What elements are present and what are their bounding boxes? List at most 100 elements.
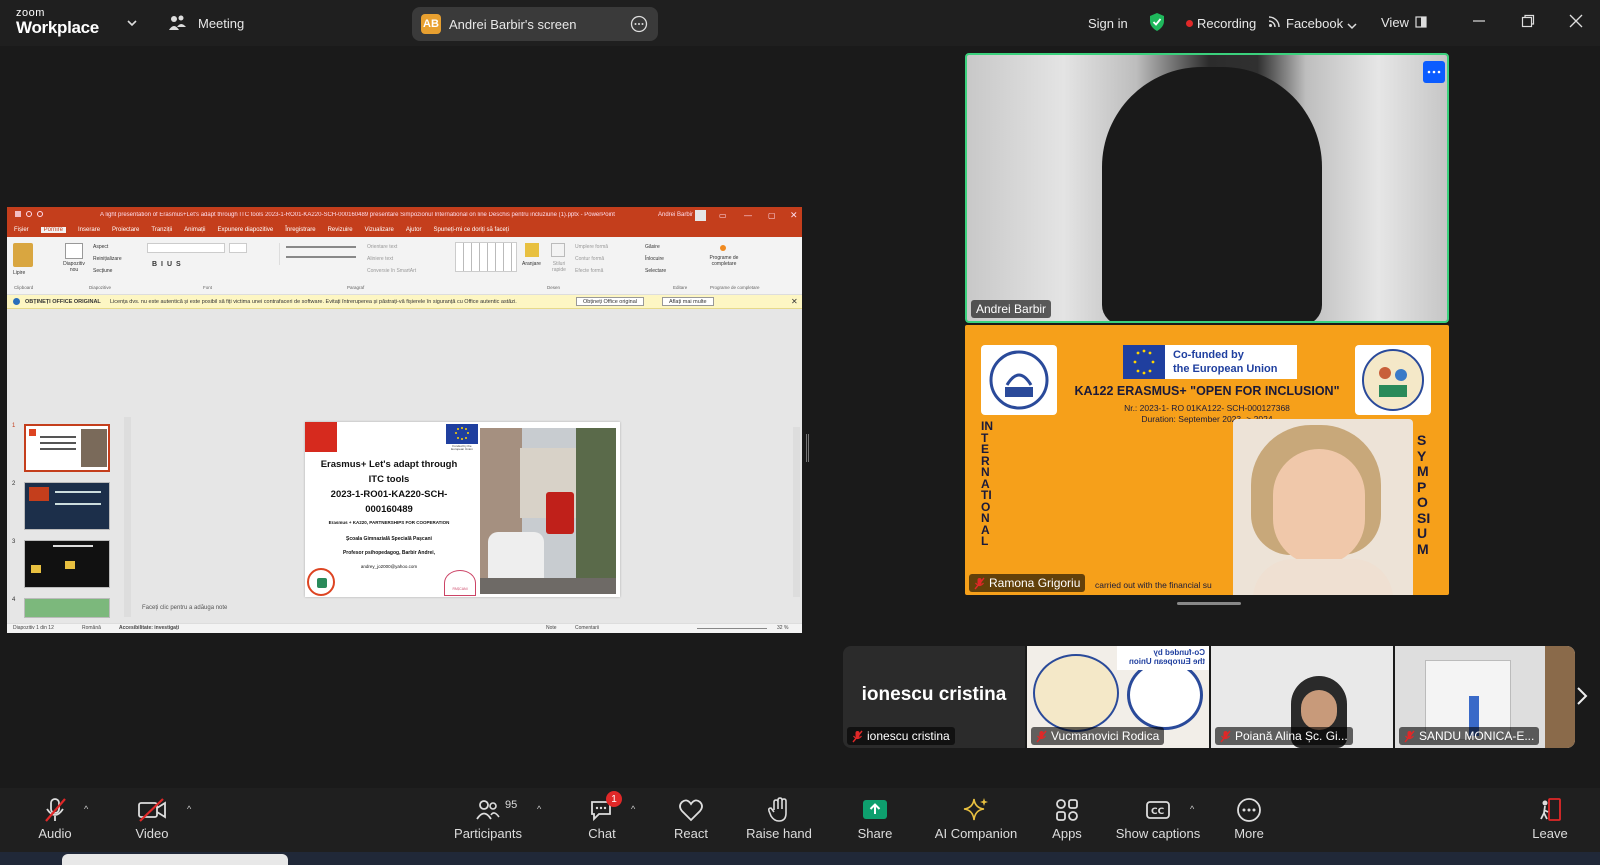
logo-chevron-down-icon[interactable] (126, 15, 138, 33)
tile-more-icon[interactable] (1423, 61, 1445, 83)
taskbar-search-box[interactable] (62, 854, 288, 865)
video-tile-andrei-barbir[interactable]: Andrei Barbir (965, 53, 1449, 323)
grid-view-icon[interactable] (1415, 15, 1427, 33)
audio-button[interactable]: Audio (28, 788, 82, 852)
audio-options-caret-icon[interactable]: ^ (84, 804, 88, 814)
ppt-tab-record[interactable]: Înregistrare (285, 227, 315, 233)
video-options-caret-icon[interactable]: ^ (187, 804, 191, 814)
status-language[interactable]: Română (82, 625, 101, 631)
ppt-restore-icon[interactable]: ▢ (768, 211, 776, 220)
font-format-buttons[interactable]: BIUS (152, 261, 185, 268)
video-tile-ramona-grigoriu[interactable]: Co-funded by the European Union KA122 ER… (965, 325, 1449, 595)
thumbnail-scrollbar[interactable] (124, 417, 131, 617)
chat-options-caret-icon[interactable]: ^ (631, 804, 635, 814)
screen-more-icon[interactable] (630, 15, 648, 38)
redo-icon[interactable] (37, 211, 43, 217)
ppt-tab-slideshow[interactable]: Expunere diapozitive (218, 227, 274, 233)
facebook-chevron-down-icon[interactable] (1347, 17, 1357, 35)
shape-outline-button[interactable]: Contur formă (575, 253, 608, 265)
ppt-tell-me[interactable]: Spuneți-mi ce doriți să faceți (434, 227, 509, 233)
slide-scrollbar[interactable] (793, 427, 800, 597)
strip-next-chevron-icon[interactable] (1576, 686, 1588, 711)
status-notes-button[interactable]: Note (546, 625, 557, 631)
shapes-gallery[interactable] (455, 242, 517, 272)
reset-button[interactable]: Reinițializare (93, 253, 122, 265)
new-slide-icon[interactable] (65, 243, 83, 259)
slide-thumbnail-2[interactable] (24, 482, 110, 530)
font-name-input[interactable] (147, 243, 225, 253)
apps-button[interactable]: Apps (1045, 788, 1089, 852)
react-button[interactable]: React (668, 788, 714, 852)
notes-placeholder[interactable]: Faceți clic pentru a adăuga note (142, 605, 227, 611)
status-zoom[interactable]: 32 % (777, 625, 788, 631)
ppt-tab-file[interactable]: Fișier (14, 227, 29, 233)
quick-styles-label[interactable]: Stiluri rapide (547, 261, 571, 273)
paste-label[interactable]: Lipire (13, 270, 25, 276)
ppt-tab-design[interactable]: Proiectare (112, 227, 139, 233)
get-office-button[interactable]: Obțineți Office original (576, 297, 645, 306)
align-text-button[interactable]: Aliniere text (367, 253, 416, 265)
ppt-tab-insert[interactable]: Inserare (78, 227, 100, 233)
meeting-label[interactable]: Meeting (198, 16, 244, 31)
section-button[interactable]: Secțiune (93, 265, 122, 277)
quick-styles-icon[interactable] (551, 243, 565, 257)
ppt-tab-animations[interactable]: Animații (184, 227, 205, 233)
save-icon[interactable] (15, 211, 21, 217)
ppt-minimize-icon[interactable]: — (744, 211, 752, 220)
participant-tile-sandu[interactable]: SANDU MONICA-E... (1395, 646, 1575, 748)
shared-screen-powerpoint[interactable]: A light presentation of Erasmus+Let's ad… (7, 207, 802, 633)
slide-thumbnail-1[interactable] (24, 424, 110, 472)
paste-icon[interactable] (13, 243, 33, 267)
addins-icon[interactable] (720, 245, 726, 251)
undo-icon[interactable] (26, 211, 32, 217)
learn-more-button[interactable]: Aflați mai multe (662, 297, 714, 306)
ai-companion-button[interactable]: AI Companion (932, 788, 1020, 852)
ppt-tab-transitions[interactable]: Tranziții (151, 227, 172, 233)
share-button[interactable]: Share (852, 788, 898, 852)
participant-tile-poiana[interactable]: Poiană Alina Șc. Gi... (1211, 646, 1393, 748)
paragraph-controls[interactable] (279, 243, 359, 265)
shape-fill-button[interactable]: Umplere formă (575, 241, 608, 253)
ppt-tab-review[interactable]: Revizuire (328, 227, 353, 233)
slide-thumbnail-4[interactable] (24, 598, 110, 618)
ppt-tab-view[interactable]: Vizualizare (365, 227, 394, 233)
layout-button[interactable]: Aspect (93, 241, 122, 253)
status-accessibility[interactable]: Accesibilitate: investigați (119, 625, 179, 631)
meeting-icon[interactable] (168, 13, 188, 38)
ppt-close-icon[interactable]: ✕ (790, 210, 798, 221)
tile-swipe-handle[interactable] (1177, 602, 1241, 605)
addins-label[interactable]: Programe de completare (701, 255, 747, 267)
replace-button[interactable]: Înlocuire (645, 253, 666, 265)
leave-button[interactable]: Leave (1528, 788, 1572, 852)
sign-in-link[interactable]: Sign in (1088, 16, 1128, 31)
smartart-button[interactable]: Conversie în SmartArt (367, 265, 416, 277)
ppt-tab-home[interactable]: Pornire (40, 227, 67, 233)
warning-close-icon[interactable]: ✕ (791, 297, 798, 306)
slide-thumbnail-pane[interactable]: 1 2 3 4 (7, 309, 132, 623)
facebook-stream-label[interactable]: Facebook (1286, 16, 1343, 31)
find-button[interactable]: Găsire (645, 241, 666, 253)
video-button[interactable]: Video (124, 788, 180, 852)
recording-label[interactable]: Recording (1197, 16, 1256, 31)
close-icon[interactable] (1569, 14, 1583, 33)
view-button[interactable]: View (1381, 15, 1409, 30)
shield-check-icon[interactable] (1148, 12, 1166, 37)
select-button[interactable]: Selectare (645, 265, 666, 277)
slide-thumbnail-3[interactable] (24, 540, 110, 588)
current-slide[interactable]: Funded by the European Union Erasmus+ Le… (305, 422, 620, 597)
shape-effects-button[interactable]: Efecte formă (575, 265, 608, 277)
status-comments-button[interactable]: Comentarii (575, 625, 599, 631)
arrange-label[interactable]: Aranjare (522, 261, 541, 267)
participants-button[interactable]: Participants (448, 788, 528, 852)
text-direction-button[interactable]: Orientare text (367, 241, 416, 253)
raise-hand-button[interactable]: Raise hand (744, 788, 814, 852)
panel-resize-handle[interactable] (806, 434, 809, 462)
captions-options-caret-icon[interactable]: ^ (1190, 804, 1194, 814)
restore-icon[interactable] (1521, 14, 1535, 33)
minimize-icon[interactable] (1472, 14, 1486, 33)
show-captions-button[interactable]: CC Show captions (1112, 788, 1204, 852)
arrange-icon[interactable] (525, 243, 539, 257)
more-button[interactable]: More (1226, 788, 1272, 852)
zoom-slider[interactable] (697, 628, 767, 629)
participants-options-caret-icon[interactable]: ^ (537, 804, 541, 814)
